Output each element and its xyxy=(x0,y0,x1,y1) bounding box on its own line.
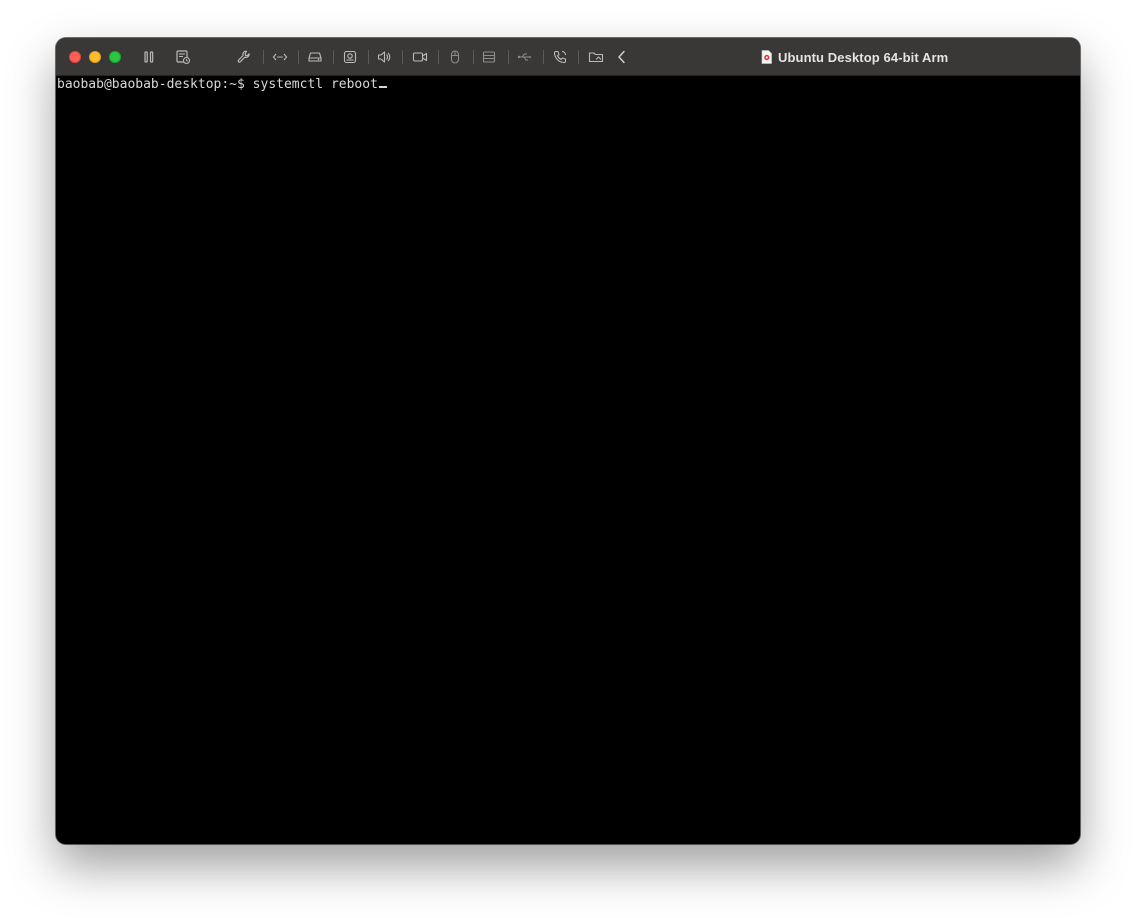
toolbar-separator xyxy=(438,50,439,64)
sound-icon xyxy=(376,49,392,65)
maximize-button[interactable] xyxy=(109,51,121,63)
collapse-toolbar-button[interactable] xyxy=(612,47,632,67)
sound-button[interactable] xyxy=(374,47,394,67)
video-camera-button[interactable] xyxy=(410,47,430,67)
usb-button[interactable] xyxy=(515,47,535,67)
mouse-button[interactable] xyxy=(445,47,465,67)
terminal-command: systemctl reboot xyxy=(252,77,378,92)
terminal-line: baobab@baobab-desktop:~$ systemctl reboo… xyxy=(57,77,387,93)
toolbar-separator xyxy=(473,50,474,64)
toolbar-separator xyxy=(543,50,544,64)
toolbar-separator xyxy=(333,50,334,64)
toolbar-separator xyxy=(298,50,299,64)
printer-icon xyxy=(481,49,497,65)
video-camera-icon xyxy=(412,49,428,65)
chevron-left-icon xyxy=(616,49,628,65)
toolbar-separator xyxy=(263,50,264,64)
terminal-prompt: baobab@baobab-desktop:~$ xyxy=(57,77,253,92)
usb-icon xyxy=(517,49,533,65)
snapshot-icon xyxy=(175,49,191,65)
window-title: Ubuntu Desktop 64-bit Arm xyxy=(761,48,948,66)
vm-document-icon xyxy=(761,50,772,64)
title-bar[interactable]: Ubuntu Desktop 64-bit Arm xyxy=(56,38,1080,76)
shared-folder-button[interactable] xyxy=(586,47,606,67)
shared-folder-icon xyxy=(588,49,604,65)
toolbar-separator xyxy=(508,50,509,64)
toolbar-separator xyxy=(368,50,369,64)
hard-disk-button[interactable] xyxy=(305,47,325,67)
phone-button[interactable] xyxy=(550,47,570,67)
printer-button[interactable] xyxy=(479,47,499,67)
window-title-text: Ubuntu Desktop 64-bit Arm xyxy=(778,49,949,65)
wrench-icon xyxy=(236,49,252,65)
camera-device-icon xyxy=(342,49,358,65)
settings-button[interactable] xyxy=(234,47,254,67)
terminal-cursor xyxy=(378,86,387,88)
network-button[interactable] xyxy=(270,47,290,67)
minimize-button[interactable] xyxy=(89,51,101,63)
network-icon xyxy=(272,49,288,65)
vm-window: Ubuntu Desktop 64-bit Arm baobab@baobab-… xyxy=(56,38,1080,844)
pause-button[interactable] xyxy=(139,47,159,67)
snapshot-button[interactable] xyxy=(173,47,193,67)
terminal-screen[interactable]: baobab@baobab-desktop:~$ systemctl reboo… xyxy=(56,76,1080,844)
toolbar-separator xyxy=(402,50,403,64)
mouse-icon xyxy=(447,49,463,65)
close-button[interactable] xyxy=(69,51,81,63)
toolbar-separator xyxy=(578,50,579,64)
hard-disk-icon xyxy=(307,49,323,65)
pause-icon xyxy=(142,50,156,64)
phone-icon xyxy=(552,49,568,65)
camera-device-button[interactable] xyxy=(340,47,360,67)
